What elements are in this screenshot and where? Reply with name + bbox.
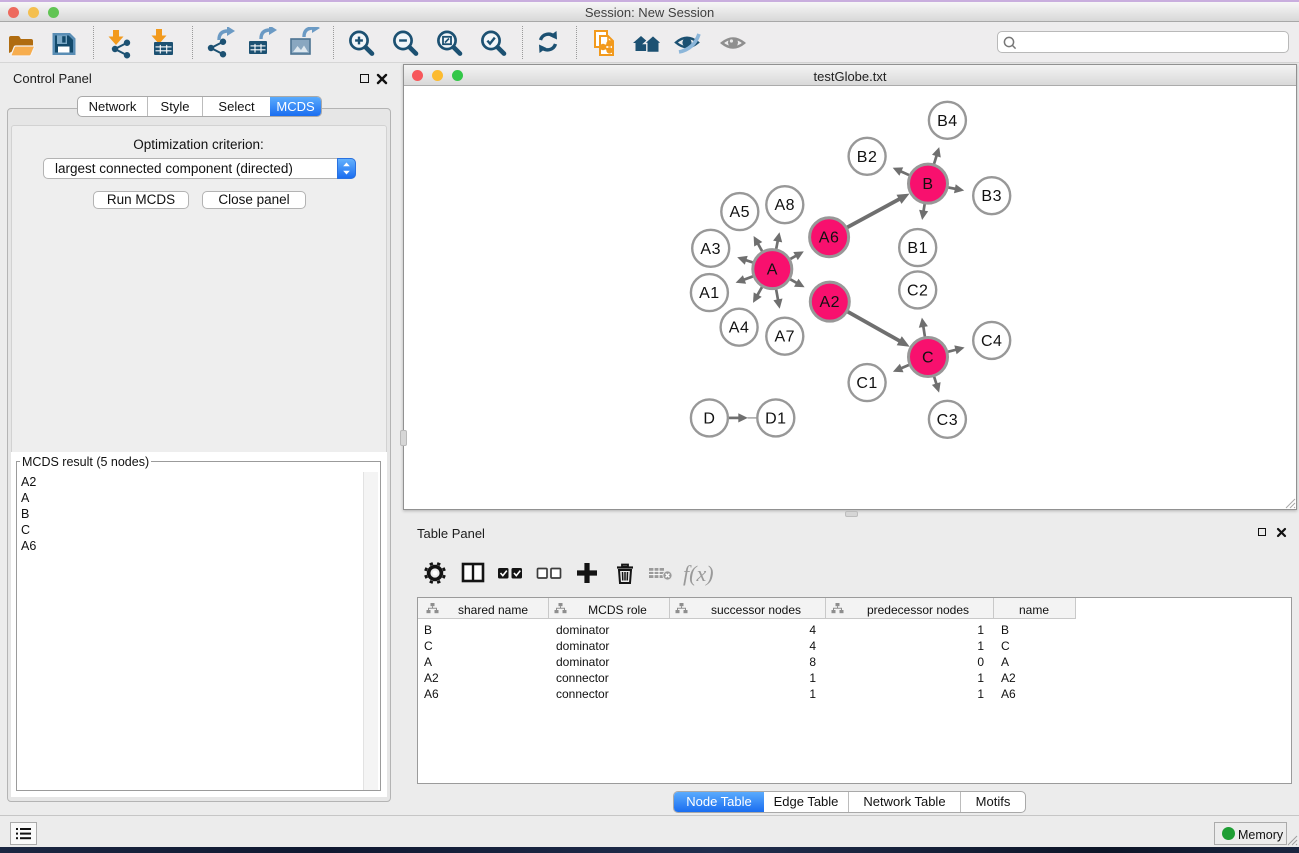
- svg-text:C3: C3: [937, 412, 958, 429]
- svg-text:B: B: [922, 176, 933, 193]
- svg-text:D: D: [703, 410, 715, 427]
- svg-text:A5: A5: [730, 204, 751, 221]
- svg-text:B1: B1: [907, 240, 928, 257]
- svg-text:C1: C1: [856, 375, 877, 392]
- svg-text:A6: A6: [819, 230, 840, 247]
- svg-text:B4: B4: [937, 113, 958, 130]
- svg-text:C2: C2: [907, 282, 928, 299]
- svg-text:B3: B3: [981, 188, 1002, 205]
- svg-text:A3: A3: [700, 241, 721, 258]
- svg-text:D1: D1: [765, 410, 786, 427]
- svg-text:B2: B2: [857, 149, 878, 166]
- svg-text:C: C: [922, 350, 934, 367]
- svg-text:A7: A7: [775, 329, 796, 346]
- svg-text:C4: C4: [981, 333, 1002, 350]
- svg-text:A4: A4: [729, 320, 750, 337]
- svg-text:A: A: [767, 262, 778, 279]
- svg-text:A1: A1: [699, 285, 720, 302]
- svg-text:A2: A2: [820, 294, 841, 311]
- svg-text:A8: A8: [775, 197, 796, 214]
